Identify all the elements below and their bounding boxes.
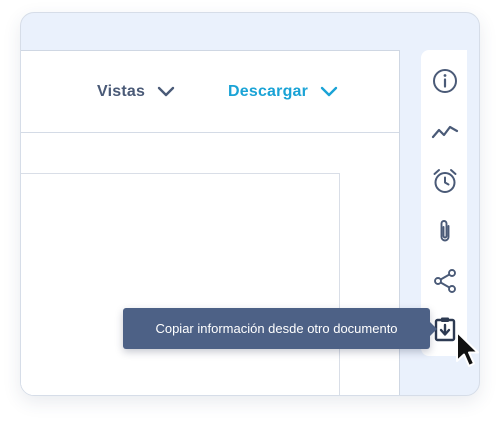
info-button[interactable] bbox=[431, 67, 459, 95]
chevron-down-icon bbox=[157, 86, 175, 97]
tooltip-arrow bbox=[430, 322, 437, 336]
toolbar: Vistas Descargar bbox=[21, 51, 399, 133]
share-icon bbox=[434, 269, 456, 293]
attachments-button[interactable] bbox=[431, 217, 459, 245]
share-button[interactable] bbox=[431, 267, 459, 295]
views-label: Vistas bbox=[97, 83, 146, 100]
alarm-clock-icon bbox=[433, 169, 457, 193]
views-menu[interactable]: Vistas bbox=[97, 83, 175, 101]
mouse-pointer-icon bbox=[456, 331, 479, 367]
download-label: Descargar bbox=[228, 83, 309, 100]
document-page[interactable] bbox=[21, 173, 340, 395]
tooltip-text: Copiar información desde otro documento bbox=[155, 321, 398, 336]
info-icon bbox=[433, 69, 457, 93]
tooltip: Copiar información desde otro documento bbox=[123, 308, 437, 349]
activity-button[interactable] bbox=[431, 117, 459, 145]
chevron-down-icon bbox=[320, 86, 338, 97]
document-area bbox=[21, 133, 399, 395]
reminder-button[interactable] bbox=[431, 167, 459, 195]
trend-icon bbox=[431, 125, 459, 139]
paperclip-icon bbox=[440, 220, 450, 242]
download-menu[interactable]: Descargar bbox=[228, 83, 338, 101]
